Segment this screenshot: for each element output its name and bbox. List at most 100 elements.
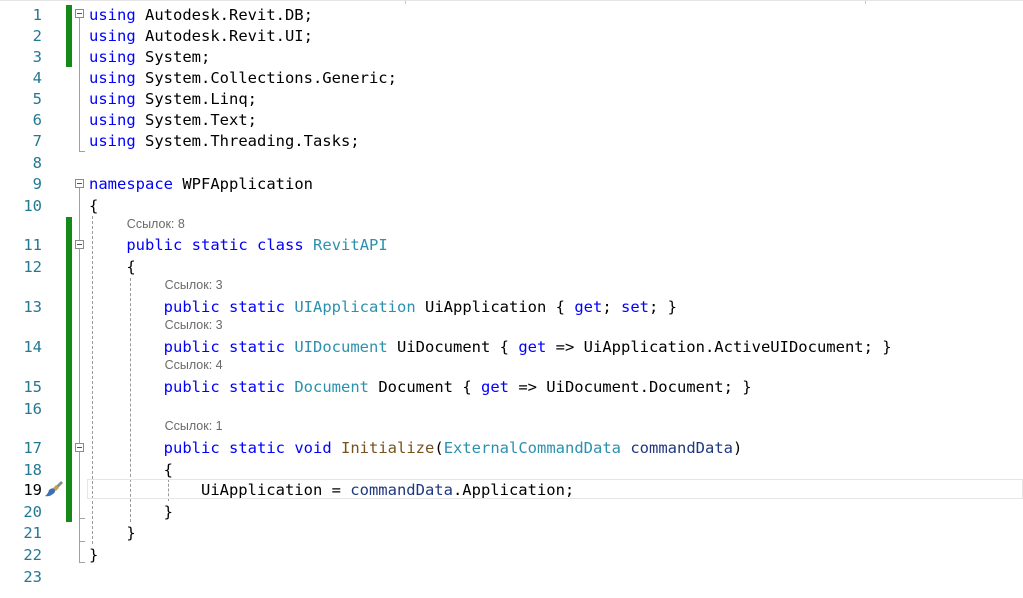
code-text[interactable]: public static void Initialize(ExternalCo… xyxy=(89,438,743,459)
token-param: commandData xyxy=(350,481,453,499)
code-line[interactable]: 18 { xyxy=(0,460,1023,481)
code-line[interactable]: 11 public static class RevitAPI xyxy=(0,235,1023,256)
code-line[interactable]: 16 xyxy=(0,399,1023,420)
line-number: 13 xyxy=(23,298,42,316)
code-text[interactable]: public static class RevitAPI xyxy=(89,235,388,256)
line-number: 16 xyxy=(23,400,42,418)
token-txt: System.Collections.Generic; xyxy=(135,69,397,87)
line-number: 8 xyxy=(32,154,42,172)
code-lens-references[interactable]: Ссылок: 8 xyxy=(127,215,185,233)
code-line[interactable]: 23 xyxy=(0,567,1023,588)
code-text[interactable]: using System.Linq; xyxy=(89,89,257,110)
code-line[interactable]: 7 using System.Threading.Tasks; xyxy=(0,131,1023,152)
code-line[interactable]: 1 using Autodesk.Revit.DB; xyxy=(0,5,1023,26)
code-text[interactable]: using Autodesk.Revit.UI; xyxy=(89,26,313,47)
code-line[interactable]: 2 using Autodesk.Revit.UI; xyxy=(0,26,1023,47)
token-txt: { xyxy=(89,197,99,215)
code-lens-references[interactable]: Ссылок: 4 xyxy=(165,356,223,374)
token-txt: System.Text; xyxy=(135,111,257,129)
token-kw: public xyxy=(163,439,220,457)
token-txt: System.Threading.Tasks; xyxy=(135,132,360,150)
code-line[interactable]: 3 using System; xyxy=(0,47,1023,68)
token-txt: ) xyxy=(733,439,743,457)
token-kw: void xyxy=(294,439,332,457)
code-line[interactable]: 21 } xyxy=(0,523,1023,544)
code-text[interactable]: using Autodesk.Revit.DB; xyxy=(89,5,313,26)
line-number: 7 xyxy=(32,132,42,150)
token-txt: } xyxy=(89,524,136,542)
token-txt: WPFApplication xyxy=(173,175,313,193)
code-text[interactable]: using System.Collections.Generic; xyxy=(89,68,397,89)
token-kw: namespace xyxy=(89,175,173,193)
code-lens-references[interactable]: Ссылок: 3 xyxy=(165,316,223,334)
token-txt: ; } xyxy=(648,298,677,316)
code-line[interactable]: 17 public static void Initialize(Externa… xyxy=(0,438,1023,459)
token-kw: public xyxy=(163,378,220,396)
code-line[interactable]: 19 UiApplication = commandData.Applicati… xyxy=(0,480,1023,501)
code-line[interactable]: 5 using System.Linq; xyxy=(0,89,1023,110)
code-text[interactable]: using System; xyxy=(89,47,210,68)
line-number: 2 xyxy=(32,27,42,45)
code-line[interactable]: 8 xyxy=(0,153,1023,174)
code-line[interactable]: 12 { xyxy=(0,257,1023,278)
token-kw: using xyxy=(89,90,136,108)
token-txt: ; xyxy=(602,298,621,316)
token-type: RevitAPI xyxy=(313,236,388,254)
line-number: 11 xyxy=(23,236,42,254)
line-number: 9 xyxy=(32,175,42,193)
token-type: UIApplication xyxy=(294,298,416,316)
code-line[interactable]: 4 using System.Collections.Generic; xyxy=(0,68,1023,89)
code-text[interactable]: } xyxy=(89,523,136,544)
token-type: UIDocument xyxy=(294,338,388,356)
line-number: 14 xyxy=(23,338,42,356)
token-txt: { xyxy=(89,258,136,276)
code-line[interactable]: 6 using System.Text; xyxy=(0,110,1023,131)
token-txt: UiApplication = xyxy=(89,481,351,499)
code-line[interactable]: 13 public static UIApplication UiApplica… xyxy=(0,297,1023,318)
token-txt: ( xyxy=(434,439,444,457)
token-kw: static xyxy=(229,338,285,356)
code-text[interactable]: { xyxy=(89,196,98,217)
token-kw: class xyxy=(257,236,304,254)
code-text[interactable]: } xyxy=(89,545,98,566)
code-text[interactable]: { xyxy=(89,460,173,481)
code-lens-references[interactable]: Ссылок: 1 xyxy=(165,417,223,435)
token-method: Initialize xyxy=(341,439,435,457)
code-text[interactable]: } xyxy=(89,502,173,523)
code-text[interactable]: using System.Text; xyxy=(89,110,257,131)
code-line[interactable]: 9 namespace WPFApplication xyxy=(0,174,1023,195)
code-line[interactable]: 14 public static UIDocument UiDocument {… xyxy=(0,337,1023,358)
line-number: 18 xyxy=(23,461,42,479)
token-txt: => UiDocument.Document; } xyxy=(508,378,752,396)
code-text[interactable]: using System.Threading.Tasks; xyxy=(89,131,360,152)
code-text[interactable]: public static UIDocument UiDocument { ge… xyxy=(89,337,892,358)
code-line[interactable]: 10 { xyxy=(0,196,1023,217)
line-number: 22 xyxy=(23,546,42,564)
code-text[interactable]: namespace WPFApplication xyxy=(89,174,313,195)
line-number: 23 xyxy=(23,568,42,586)
line-number: 19 xyxy=(23,481,42,499)
code-line[interactable]: 15 public static Document Document { get… xyxy=(0,377,1023,398)
code-text[interactable]: public static Document Document { get =>… xyxy=(89,377,752,398)
token-kw: using xyxy=(89,69,136,87)
token-kw: using xyxy=(89,132,136,150)
line-number: 3 xyxy=(32,48,42,66)
code-text[interactable]: public static UIApplication UiApplicatio… xyxy=(89,297,677,318)
code-text[interactable]: UiApplication = commandData.Application; xyxy=(89,480,574,501)
token-kw: public xyxy=(126,236,183,254)
code-line[interactable]: 20 } xyxy=(0,502,1023,523)
code-lens-references[interactable]: Ссылок: 3 xyxy=(165,276,223,294)
token-kw: using xyxy=(89,6,136,24)
code-line[interactable]: 22} xyxy=(0,545,1023,566)
token-txt: Autodesk.Revit.UI; xyxy=(135,27,313,45)
code-text[interactable]: { xyxy=(89,257,136,278)
code-editor[interactable]: 1 using Autodesk.Revit.DB; 2 using Autodesk… xyxy=(0,0,1023,598)
